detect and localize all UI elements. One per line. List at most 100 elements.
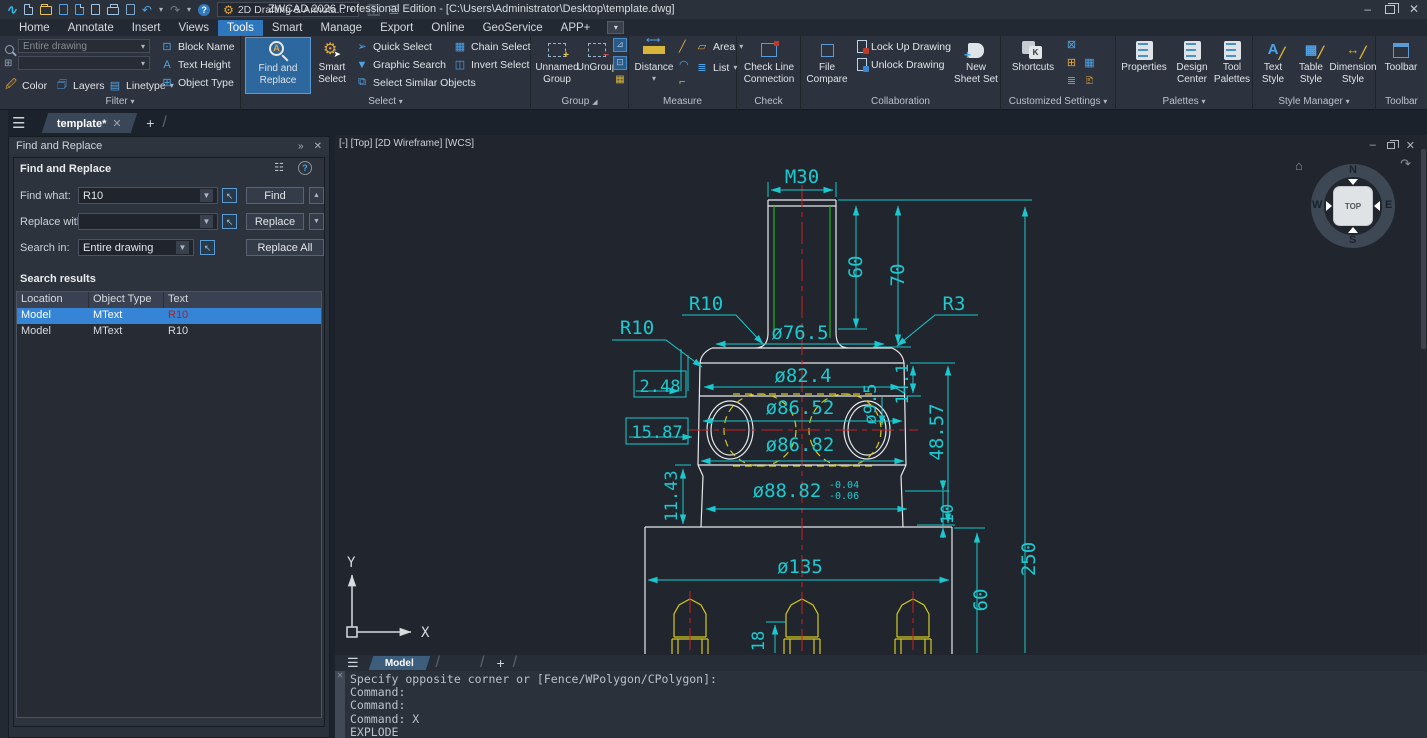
group-edit-icon[interactable]: ⊿ — [613, 38, 627, 52]
measure-coordinate-icon[interactable]: ⌐ — [679, 76, 685, 88]
result-row[interactable]: Model MText R10 — [17, 324, 321, 340]
redo-icon[interactable]: ↷ — [170, 4, 180, 16]
open-file-icon[interactable] — [40, 6, 52, 15]
search-results-table[interactable]: Location Object Type Text Model MText R1… — [16, 291, 322, 718]
save-as-icon[interactable] — [75, 4, 84, 15]
filter-color-button[interactable]: 🖉Color — [4, 78, 47, 93]
command-history[interactable]: Specify opposite corner or [Fence/WPolyg… — [350, 673, 717, 738]
view-cube-south[interactable]: S — [1349, 234, 1356, 246]
lock-up-drawing-button[interactable]: Lock Up Drawing — [857, 39, 951, 54]
tab-tools[interactable]: Tools — [218, 20, 263, 36]
tab-online[interactable]: Online — [422, 20, 473, 36]
palette-close-icon[interactable]: ✕ — [314, 141, 322, 152]
tab-annotate[interactable]: Annotate — [59, 20, 123, 36]
view-cube[interactable]: ⌂ ↷ N S W E TOP — [1309, 162, 1397, 250]
filter-value-combo[interactable]: ▾ — [18, 56, 150, 70]
panel-label-customized-settings[interactable]: Customized Settings ▾ — [1001, 96, 1115, 109]
model-tab[interactable]: Model — [368, 656, 429, 670]
check-line-connection-button[interactable]: Check Line Connection — [739, 37, 799, 94]
tab-geoservice[interactable]: GeoService — [474, 20, 552, 36]
find-and-replace-button[interactable]: A Find and Replace — [245, 37, 311, 94]
print-preview-icon[interactable] — [126, 4, 135, 15]
chevron-down-icon[interactable]: ▼ — [200, 215, 213, 228]
tab-export[interactable]: Export — [371, 20, 422, 36]
tab-insert[interactable]: Insert — [123, 20, 170, 36]
column-location[interactable]: Location — [17, 292, 89, 308]
cube-arrow-west[interactable] — [1326, 201, 1332, 211]
qr-code-icon[interactable]: ▦ — [1083, 57, 1096, 70]
find-button[interactable]: Find — [246, 187, 304, 204]
panel-label-measure[interactable]: Measure — [629, 96, 736, 109]
scrollbar-thumb[interactable] — [1421, 149, 1426, 349]
ribbon-display-toggle[interactable]: ▾ — [607, 21, 624, 34]
dimension-style-button[interactable]: ↔ Dimension Style — [1331, 37, 1375, 94]
copy-icon[interactable] — [91, 4, 100, 15]
minimize-button[interactable]: – — [1364, 2, 1371, 16]
smart-select-button[interactable]: ⚙➤ Smart Select — [313, 37, 351, 94]
undo-dropdown-icon[interactable]: ▾ — [159, 5, 163, 14]
batch-settings-icon[interactable]: ☷ — [274, 161, 284, 174]
view-cube-north[interactable]: N — [1349, 164, 1357, 176]
filter-text-height-button[interactable]: AText Height — [160, 57, 231, 72]
help-circle-icon[interactable]: ? — [298, 161, 312, 175]
toolbar-button[interactable]: Toolbar — [1378, 37, 1424, 94]
tab-close-icon[interactable]: ✕ — [113, 117, 122, 130]
help-icon[interactable]: ? — [198, 4, 210, 16]
result-row-selected[interactable]: Model MText R10 — [17, 308, 321, 324]
palette-title-bar[interactable]: Find and Replace » ✕ — [9, 137, 329, 155]
panel-label-check[interactable]: Check — [737, 96, 800, 109]
ungroup-button[interactable]: UnGroup — [581, 37, 613, 94]
vertical-scrollbar[interactable] — [1420, 135, 1427, 655]
viewport-controls-label[interactable]: [-] [Top] [2D Wireframe] [WCS] — [339, 138, 474, 149]
group-manager-icon[interactable]: ▦ — [613, 74, 627, 88]
command-line-panel[interactable]: ✕ Specify opposite corner or [Fence/WPol… — [335, 671, 1427, 738]
pick-replace-object-icon[interactable]: ↖ — [222, 214, 237, 229]
tab-smart[interactable]: Smart — [263, 20, 312, 36]
filter-block-name-button[interactable]: ⊡Block Name — [160, 39, 235, 54]
previous-result-button[interactable]: ▲ — [309, 187, 324, 204]
cube-arrow-north[interactable] — [1348, 179, 1358, 185]
measure-slope-icon[interactable]: ╱ — [679, 40, 686, 53]
distance-button[interactable]: Distance▾ — [631, 37, 677, 94]
pick-find-object-icon[interactable]: ↖ — [222, 188, 237, 203]
list-button[interactable]: ≣List▾ — [695, 60, 737, 75]
invert-select-button[interactable]: ◫Invert Select — [453, 57, 529, 72]
barcode-icon[interactable] — [1083, 39, 1096, 52]
redo-dropdown-icon[interactable]: ▾ — [187, 5, 191, 14]
chevron-down-icon[interactable]: ▼ — [176, 241, 189, 254]
panel-label-collaboration[interactable]: Collaboration — [801, 96, 1000, 109]
chevron-down-icon[interactable]: ▼ — [200, 189, 213, 202]
new-tab-button[interactable]: + — [146, 115, 154, 131]
new-sheet-set-button[interactable]: New Sheet Set — [953, 37, 999, 94]
cube-arrow-east[interactable] — [1374, 201, 1380, 211]
doc-minimize-icon[interactable]: – — [1370, 139, 1376, 152]
properties-button[interactable]: Properties — [1118, 37, 1170, 94]
unnamed-group-button[interactable]: Unnamed Group — [533, 37, 581, 94]
close-button[interactable]: ✕ — [1409, 2, 1419, 16]
print-icon[interactable] — [107, 7, 119, 15]
panel-label-style-manager[interactable]: Style Manager ▾ — [1253, 96, 1375, 109]
layout-menu-icon[interactable]: ☰ — [347, 655, 359, 671]
view-cube-east[interactable]: E — [1385, 199, 1392, 211]
plot-style-icon[interactable]: ⊠ — [1065, 39, 1078, 52]
doc-restore-icon[interactable] — [1387, 142, 1395, 149]
home-icon[interactable]: ⌂ — [1295, 158, 1303, 173]
undo-icon[interactable]: ↶ — [142, 4, 152, 16]
panel-label-palettes[interactable]: Palettes ▾ — [1116, 96, 1252, 109]
document-tab-template[interactable]: template*✕ — [42, 113, 137, 133]
file-compare-button[interactable]: File Compare — [803, 37, 851, 94]
replace-button[interactable]: Replace — [246, 213, 304, 230]
measure-arc-icon[interactable]: ◠ — [679, 58, 689, 71]
tab-views[interactable]: Views — [170, 20, 218, 36]
new-file-icon[interactable] — [24, 4, 33, 15]
new-layout-button[interactable]: + — [496, 655, 504, 671]
restore-button[interactable] — [1385, 5, 1395, 14]
filter-scope-combo[interactable]: Entire drawing▾ — [18, 39, 150, 53]
doc-close-icon[interactable]: ✕ — [1406, 139, 1415, 152]
chain-select-button[interactable]: ▦Chain Select — [453, 39, 531, 54]
replace-all-button[interactable]: Replace All — [246, 239, 324, 256]
panel-label-filter[interactable]: Filter ▾ — [0, 96, 240, 109]
pdf-settings-icon[interactable]: ⊞ — [1065, 57, 1078, 70]
area-button[interactable]: ▱Area▾ — [695, 39, 743, 54]
column-text[interactable]: Text — [164, 292, 321, 308]
